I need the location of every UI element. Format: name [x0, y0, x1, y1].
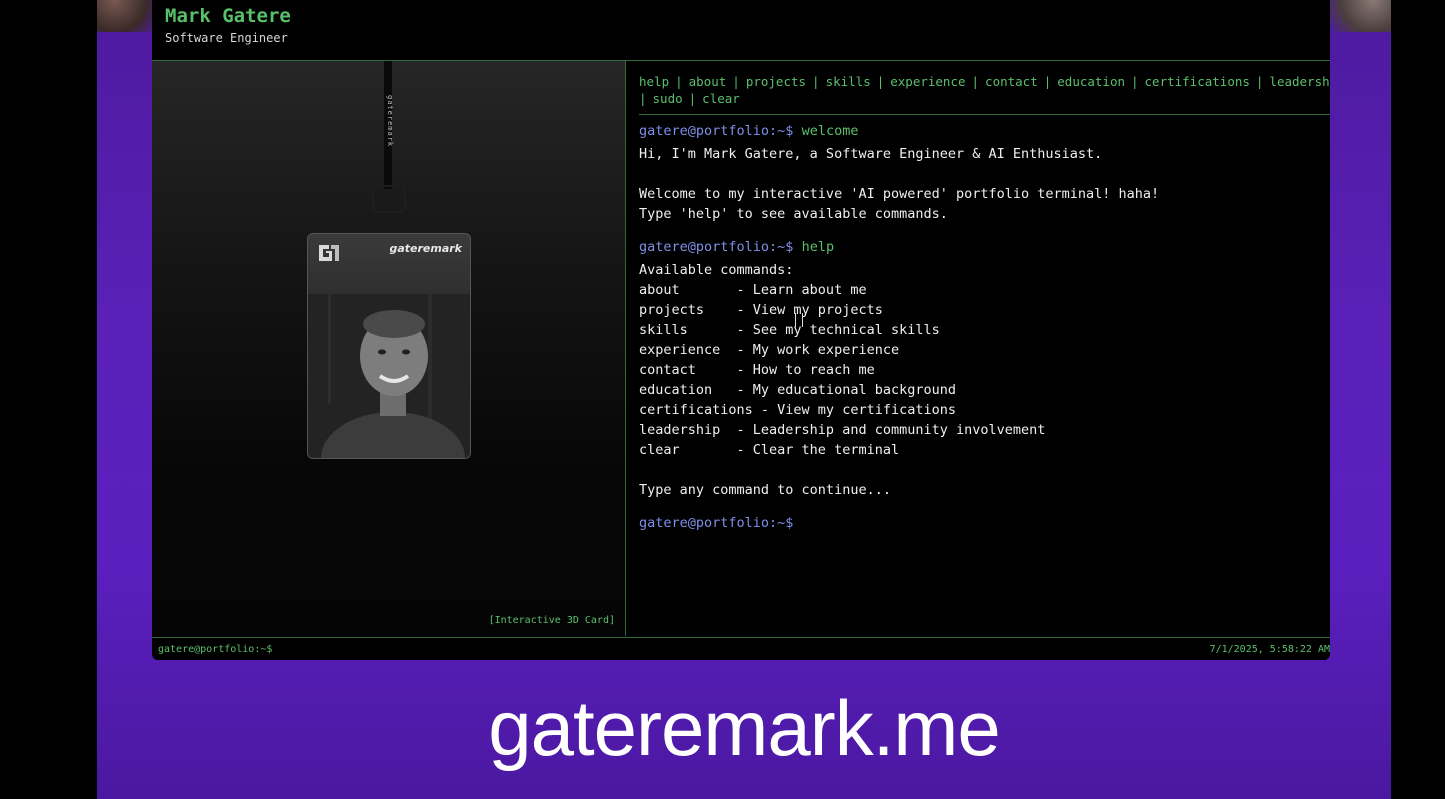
entered-command: welcome	[801, 123, 859, 139]
card-caption: [Interactive 3D Card]	[488, 615, 615, 626]
help-row: education - My educational background	[639, 382, 956, 398]
command-menu: help | about | projects | skills | experience | co…	[639, 73, 1330, 107]
help-row: clear - Clear the terminal	[639, 442, 900, 458]
lanyard-label: gateremark	[386, 95, 394, 148]
menu-separator: |	[812, 74, 820, 89]
menu-item-help[interactable]: help	[639, 74, 669, 89]
owner-role: Software Engineer	[165, 31, 288, 45]
site-header: Mark Gatere Software Engineer	[152, 0, 1330, 61]
menu-item-skills[interactable]: skills	[826, 74, 871, 89]
menu-item-leadership[interactable]: leadership	[1269, 74, 1330, 89]
entered-command: help	[801, 239, 835, 255]
menu-separator: |	[1043, 74, 1052, 89]
menu-item-about[interactable]: about	[689, 74, 727, 89]
gateremark-logo-icon	[319, 245, 339, 261]
help-row: leadership - Leadership and community in…	[639, 422, 1046, 438]
prompt-line: gatere@portfolio:~$ welcome	[639, 121, 1329, 141]
menu-item-experience[interactable]: experience	[890, 74, 965, 89]
menu-separator: |	[732, 74, 740, 89]
menu-item-education[interactable]: education	[1057, 74, 1125, 89]
help-row: certifications - View my certifications	[639, 402, 956, 418]
terminal-output: gatere@portfolio:~$ welcome Hi, I'm Mark…	[639, 117, 1329, 533]
prompt: gatere@portfolio:~$	[639, 239, 794, 255]
menu-separator: |	[1255, 74, 1264, 89]
help-footer: Type any command to continue...	[639, 482, 891, 498]
menu-item-clear[interactable]: clear	[702, 91, 740, 106]
prompt: gatere@portfolio:~$	[639, 123, 794, 139]
terminal-panel[interactable]: help | about | projects | skills | experience | co…	[626, 61, 1330, 636]
help-row: contact - How to reach me	[639, 362, 875, 378]
menu-item-contact[interactable]: contact	[985, 74, 1038, 89]
menu-separator: |	[688, 91, 697, 106]
prompt-line: gatere@portfolio:~$ help	[639, 237, 1329, 257]
prompt: gatere@portfolio:~$	[639, 515, 794, 531]
background-person-right	[1330, 0, 1391, 32]
menu-divider	[639, 114, 1330, 115]
badge-brand-name: gateremark	[389, 242, 462, 255]
background-person-left	[97, 0, 157, 32]
id-badge-card[interactable]: gateremark	[307, 233, 471, 459]
portfolio-window: Mark Gatere Software Engineer gateremark…	[152, 0, 1330, 660]
card-panel[interactable]: gateremark gateremark [Interactive 3D Ca…	[152, 61, 626, 636]
menu-item-sudo[interactable]: sudo	[653, 91, 683, 106]
text-cursor-icon	[795, 313, 803, 327]
domain-caption: gateremark.me	[488, 684, 1001, 772]
menu-separator: |	[971, 74, 980, 89]
menu-separator: |	[675, 74, 683, 89]
help-title: Available commands:	[639, 262, 794, 278]
status-prompt: gatere@portfolio:~$	[158, 644, 273, 655]
command-input-line[interactable]: gatere@portfolio:~$	[639, 513, 1329, 533]
lanyard-clip	[372, 185, 406, 213]
output-line: Hi, I'm Mark Gatere, a Software Engineer…	[639, 146, 1103, 162]
help-row: skills - See my technical skills	[639, 322, 940, 338]
menu-separator: |	[639, 91, 647, 106]
owner-name: Mark Gatere	[165, 5, 291, 27]
help-row: projects - View my projects	[639, 302, 883, 318]
menu-item-certifications[interactable]: certifications	[1145, 74, 1250, 89]
status-datetime: 7/1/2025, 5:58:22 AM	[1209, 644, 1330, 655]
help-row: about - Learn about me	[639, 282, 867, 298]
output-line: Welcome to my interactive 'AI powered' p…	[639, 186, 1160, 202]
profile-photo	[308, 294, 470, 458]
menu-separator: |	[876, 74, 885, 89]
menu-separator: |	[1131, 74, 1139, 89]
menu-item-projects[interactable]: projects	[746, 74, 806, 89]
output-line: Type 'help' to see available commands.	[639, 206, 948, 222]
status-bar: gatere@portfolio:~$ 7/1/2025, 5:58:22 AM	[152, 637, 1330, 660]
help-row: experience - My work experience	[639, 342, 900, 358]
video-frame: Mark Gatere Software Engineer gateremark…	[0, 0, 1445, 799]
